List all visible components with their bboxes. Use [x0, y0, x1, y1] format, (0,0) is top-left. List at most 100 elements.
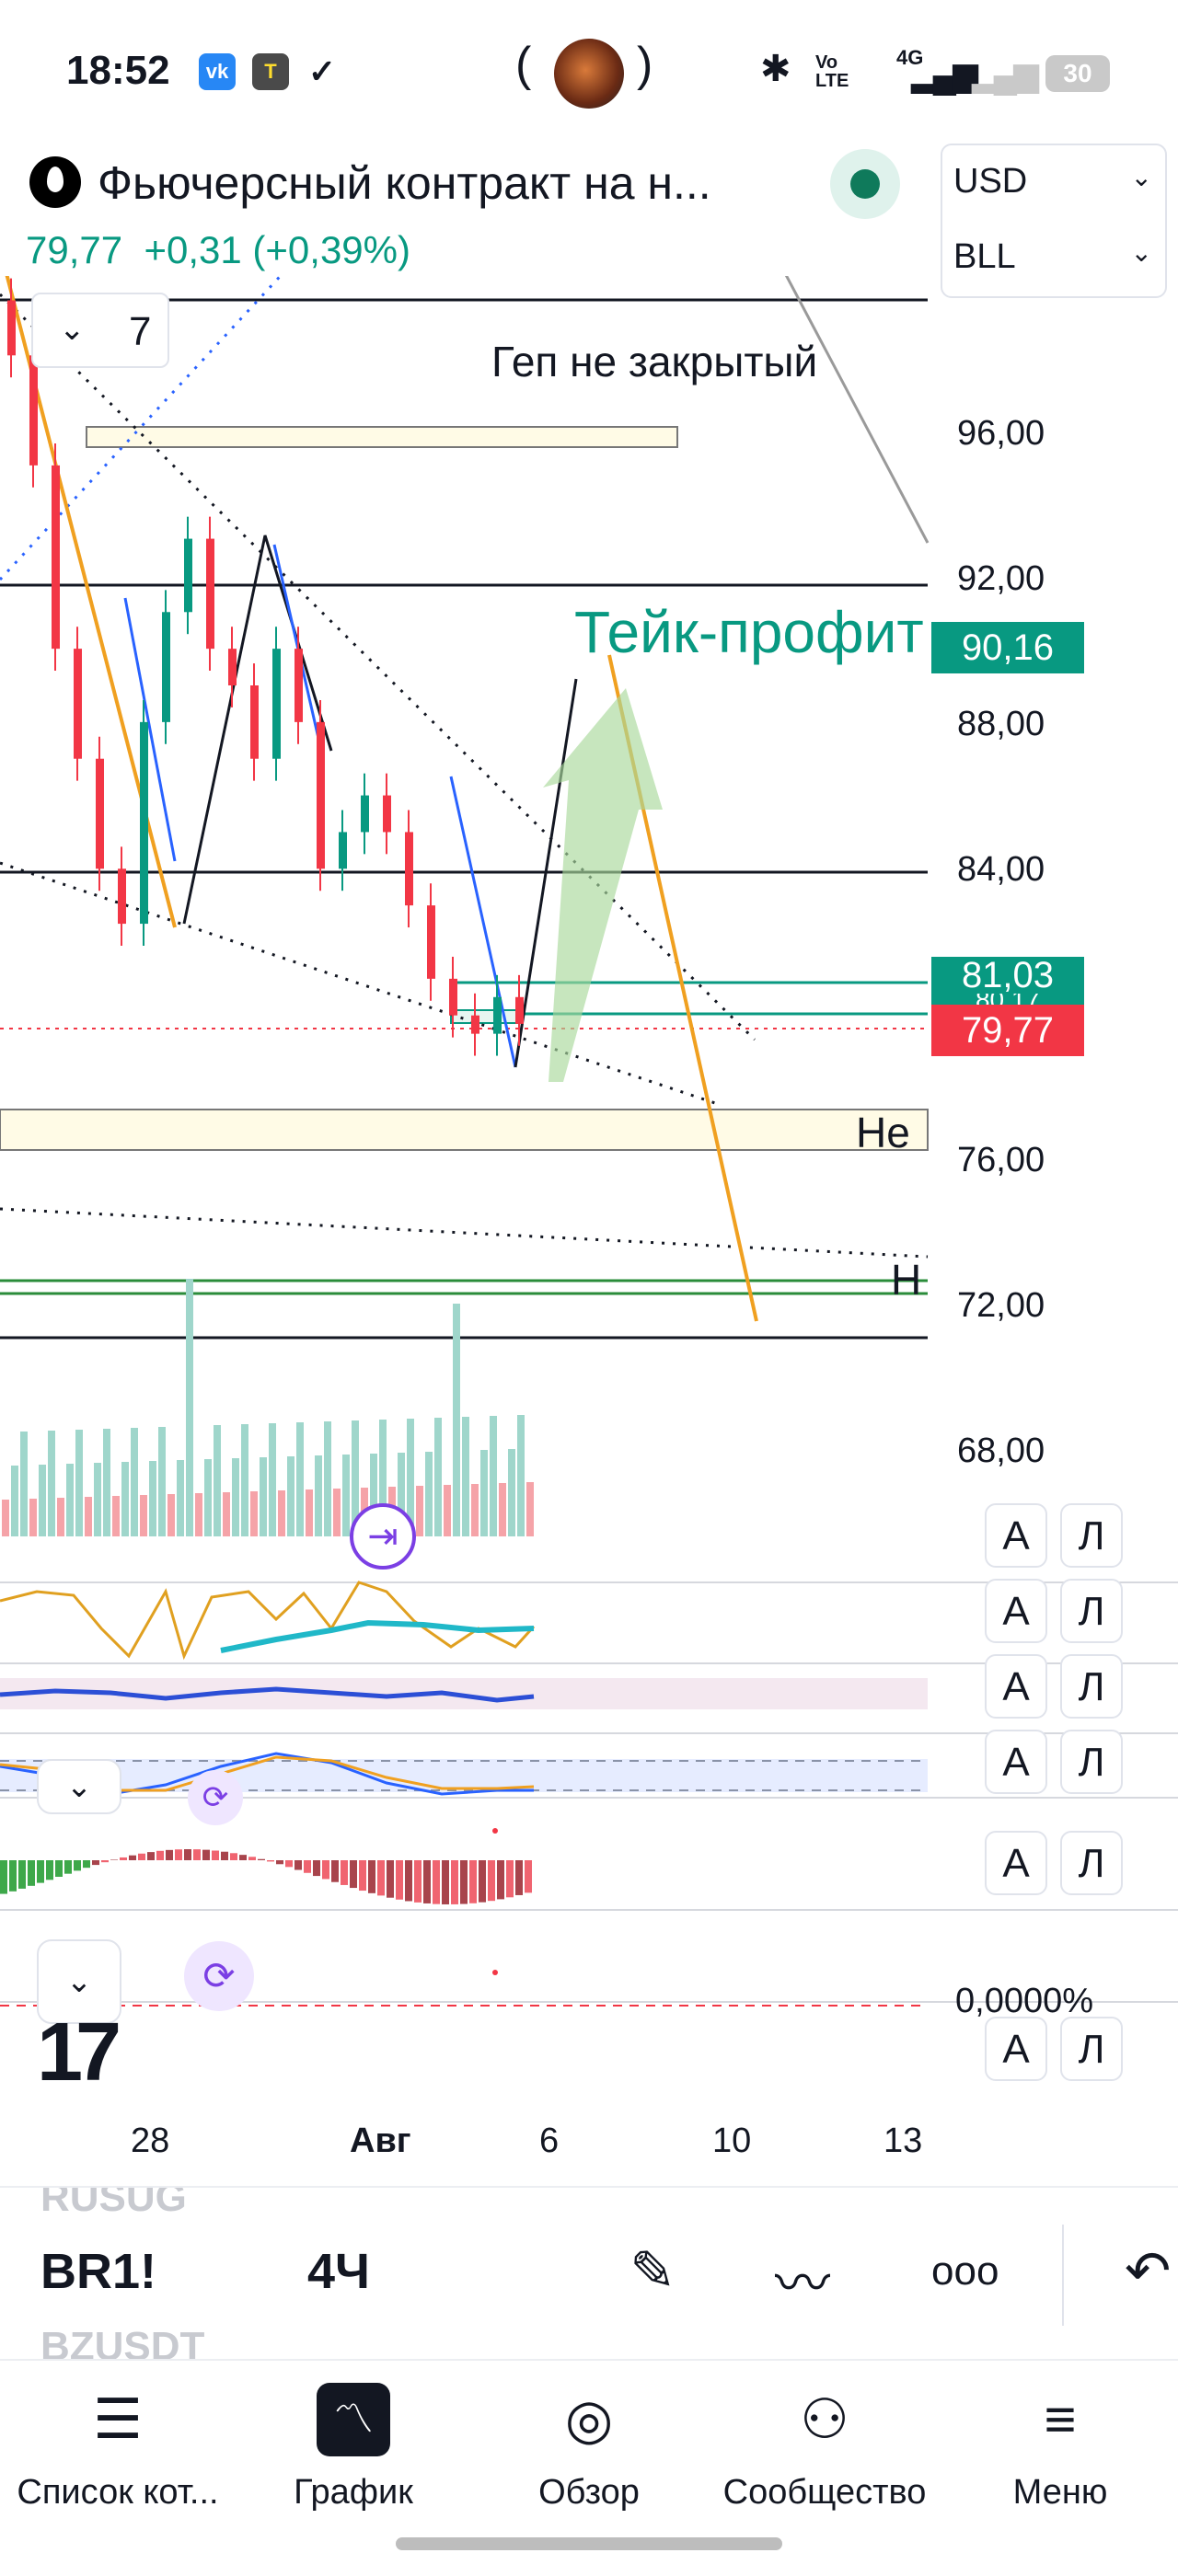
unit-select[interactable]: BLL ⌄: [953, 237, 1156, 277]
timeframe-selector[interactable]: 4Ч: [307, 2243, 370, 2300]
replay-icon[interactable]: ⇥: [350, 1503, 416, 1570]
date-axis-label: Авг: [350, 2122, 411, 2160]
price-chart[interactable]: ⌄ 7 Геп не закрытый Тейк-профит Не Н 96,…: [0, 276, 1178, 2171]
histogram-bar: [138, 1853, 145, 1860]
nav-label: График: [294, 2473, 413, 2512]
volume-bar: [287, 1456, 294, 1536]
pane-auto-button[interactable]: А: [985, 1831, 1047, 1895]
currency-select[interactable]: USD ⌄: [953, 162, 1156, 201]
candle: [162, 612, 170, 722]
volume-bar: [186, 1279, 193, 1536]
candle: [118, 868, 126, 925]
volume-bar: [296, 1422, 304, 1536]
nav-chart[interactable]: 〽 График: [236, 2374, 471, 2558]
histogram-bar: [469, 1860, 477, 1903]
price-summary: 79,77 +0,31 (+0,39%): [26, 228, 410, 272]
symbol-prev[interactable]: RUSUG: [40, 2188, 187, 2221]
histogram-bar: [497, 1860, 504, 1900]
candle: [405, 832, 413, 906]
gap-rect: [86, 426, 678, 448]
chart-toolbar: RUSUG BR1! BZUSDT 4Ч ✎ 〰 ooo ↶: [0, 2186, 1178, 2361]
pencil-icon[interactable]: ✎: [629, 2239, 676, 2304]
volume-bar: [471, 1484, 479, 1536]
volume-bar: [177, 1460, 184, 1536]
nav-community[interactable]: ⚇ Сообщество: [707, 2374, 942, 2558]
histogram-bar: [175, 1849, 182, 1860]
histogram-bar: [166, 1849, 173, 1860]
pane-auto-button[interactable]: А: [985, 1654, 1047, 1719]
sync-icon[interactable]: ⟳: [184, 1941, 254, 2011]
candle: [449, 978, 457, 1016]
chevron-down-icon: ⌄: [65, 1964, 93, 1999]
price-axis-label: 96,00: [957, 414, 1045, 453]
volume-bar: [103, 1429, 110, 1536]
candle: [74, 649, 82, 759]
nav-watchlist[interactable]: ☰ Список кот...: [0, 2374, 236, 2558]
histogram-bar: [479, 1860, 486, 1903]
candle: [515, 996, 524, 1024]
histogram-bar: [515, 1860, 523, 1895]
volume-bar: [131, 1428, 138, 1536]
histogram-bar: [28, 1860, 35, 1886]
date-axis-label: 6: [539, 2122, 560, 2160]
candle: [250, 685, 259, 759]
volume-bar: [158, 1427, 166, 1536]
sync-icon[interactable]: ⟳: [188, 1770, 243, 1825]
signal2-icon: ▂▄▆: [972, 55, 1039, 93]
histogram-bar: [9, 1860, 17, 1892]
price-axis-label: 72,00: [957, 1286, 1045, 1325]
pane-auto-button[interactable]: А: [985, 1730, 1047, 1794]
pane-log-button[interactable]: Л: [1060, 1831, 1123, 1895]
nav-overview[interactable]: ◎ Обзор: [471, 2374, 707, 2558]
watchlist-icon: ☰: [93, 2388, 143, 2450]
candle: [493, 996, 502, 1034]
histogram-bar: [239, 1855, 247, 1860]
trendline: [0, 293, 756, 1041]
volume-bar: [306, 1489, 313, 1536]
pane-log-button[interactable]: Л: [1060, 1654, 1123, 1719]
orange-line: [5, 276, 177, 928]
histogram-bar: [313, 1860, 320, 1877]
histogram-bar: [525, 1860, 532, 1893]
currency-selector[interactable]: USD ⌄ BLL ⌄: [941, 144, 1167, 298]
pane-log-button[interactable]: Л: [1060, 2017, 1123, 2081]
volume-bar: [223, 1492, 230, 1536]
symbol-next[interactable]: BZUSDT: [40, 2324, 204, 2359]
tinkoff-icon: T: [252, 53, 289, 90]
pane-collapse-button[interactable]: ⌄: [37, 1759, 121, 1814]
volume-bar: [250, 1491, 258, 1536]
price-tag-take-profit: 90,16: [931, 622, 1084, 673]
histogram-bar: [460, 1860, 468, 1904]
oil-drop-icon: [29, 156, 81, 208]
interval-toggle[interactable]: ⌄ 7: [31, 293, 169, 368]
rsi-line: [0, 1581, 536, 1661]
volume-bar: [260, 1457, 267, 1536]
chevron-down-icon: ⌄: [65, 1769, 93, 1804]
chevron-down-icon: ⌄: [1130, 238, 1152, 267]
candle: [427, 905, 435, 979]
menu-icon: ≡: [1044, 2388, 1077, 2450]
instrument-title[interactable]: Фьючерсный контракт на н...: [98, 156, 806, 210]
histogram-bar: [294, 1860, 302, 1870]
zone-rect: [450, 1009, 518, 1024]
nav-menu[interactable]: ≡ Меню: [942, 2374, 1178, 2558]
pane-log-button[interactable]: Л: [1060, 1730, 1123, 1794]
undo-icon[interactable]: ↶: [1125, 2239, 1171, 2304]
price-tag-last: 79,77: [931, 1005, 1084, 1056]
pane-log-button[interactable]: Л: [1060, 1503, 1123, 1568]
histogram-bar: [184, 1849, 191, 1860]
pane-auto-button[interactable]: А: [985, 1579, 1047, 1643]
market-open-indicator[interactable]: [830, 149, 900, 219]
home-indicator[interactable]: [396, 2537, 782, 2550]
more-icon[interactable]: ooo: [931, 2248, 999, 2294]
histogram-bar: [368, 1860, 375, 1893]
symbol-selector[interactable]: BR1!: [40, 2243, 156, 2300]
candles: [7, 278, 524, 1056]
candle: [96, 758, 104, 869]
volume-bar: [39, 1465, 46, 1536]
pane-log-button[interactable]: Л: [1060, 1579, 1123, 1643]
pane-auto-button[interactable]: А: [985, 1503, 1047, 1568]
indicators-icon[interactable]: 〰: [775, 2239, 830, 2319]
candle: [52, 465, 60, 650]
pane-auto-button[interactable]: А: [985, 2017, 1047, 2081]
